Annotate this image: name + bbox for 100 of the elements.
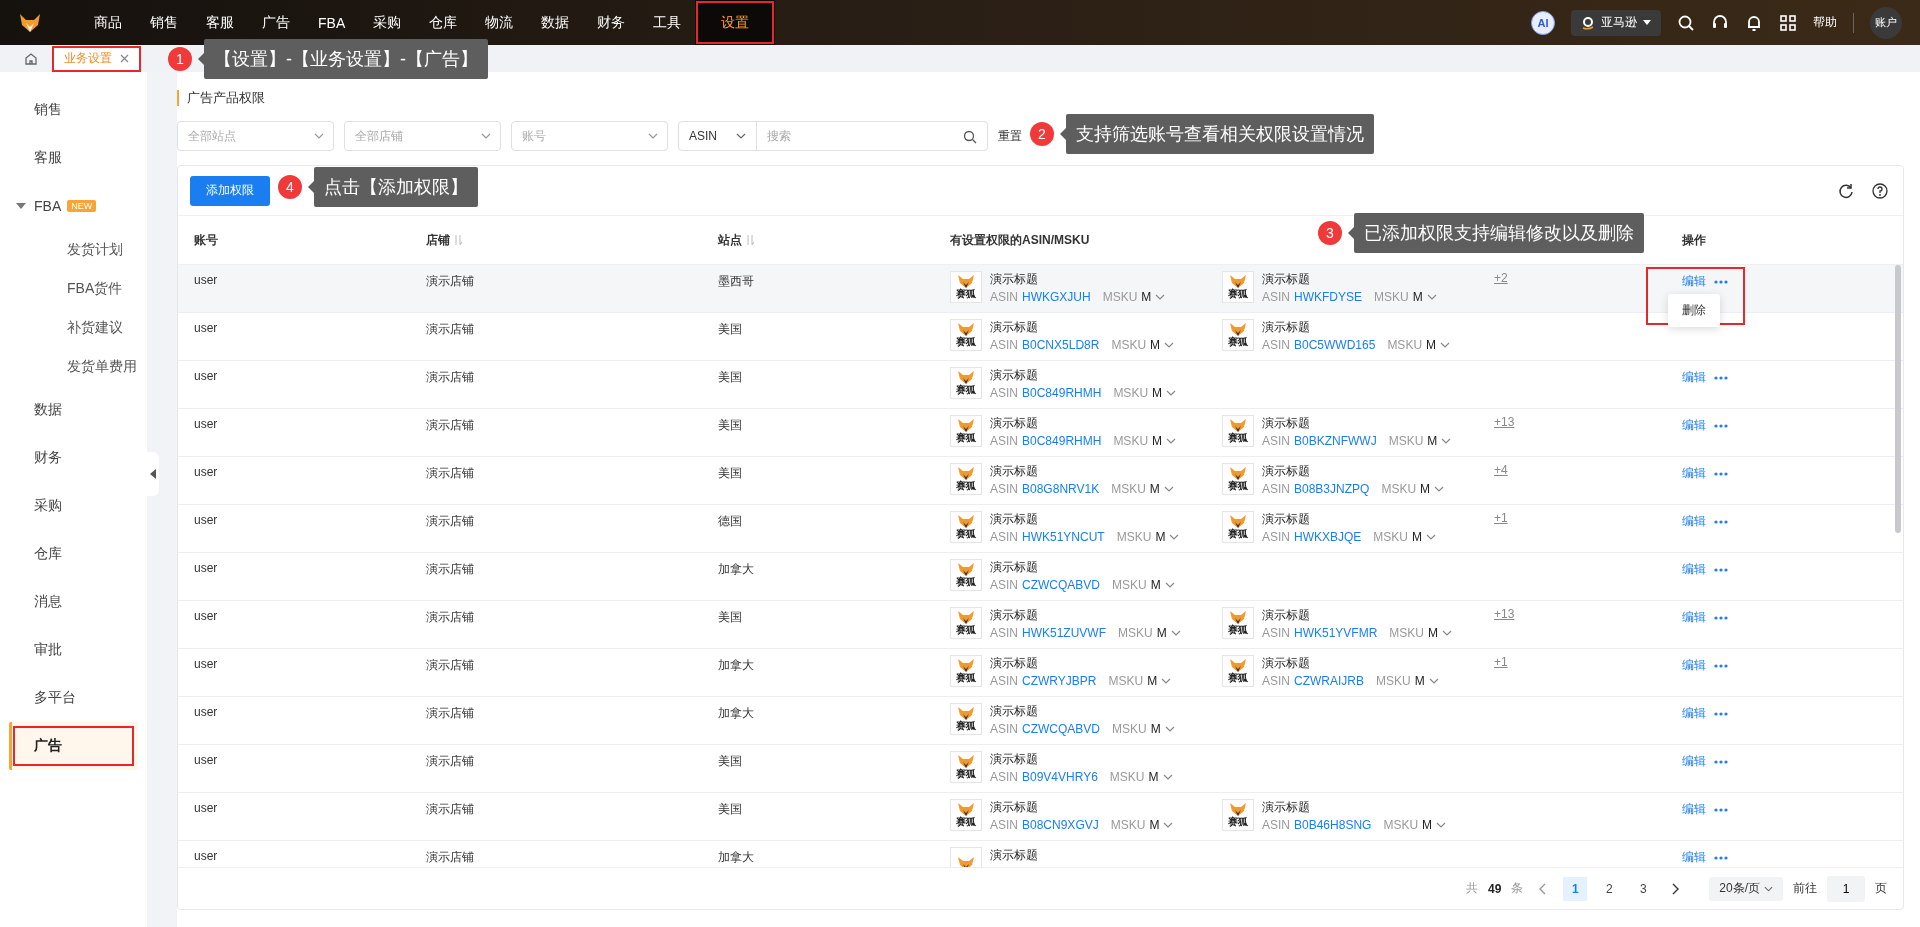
edit-link[interactable]: 编辑 — [1682, 513, 1706, 530]
chevron-down-icon[interactable] — [648, 133, 658, 139]
table-row[interactable]: user 演示店铺 美国 赛狐 演示标题 ASIN B0C849RHMH MSKU M 赛狐 演示标题 ASIN B0BKZNFWWJ MSKU M +13 编辑 — [178, 409, 1903, 457]
bell-icon[interactable] — [1745, 13, 1763, 32]
chevron-down-icon[interactable] — [1162, 774, 1173, 780]
table-row[interactable]: user 演示店铺 美国 赛狐 演示标题 ASIN HWK51ZUVWF MSKU M 赛狐 演示标题 ASIN HWK51YVFMR MSKU M +13 编辑 — [178, 601, 1903, 649]
goto-page-field[interactable]: 1 — [1827, 875, 1865, 902]
chevron-down-icon[interactable] — [1442, 630, 1453, 636]
edit-link[interactable]: 编辑 — [1682, 417, 1706, 434]
chevron-down-icon[interactable] — [1155, 294, 1166, 300]
edit-link[interactable]: 编辑 — [1682, 465, 1706, 482]
asin-link[interactable]: CZWCQABVD — [1022, 578, 1100, 592]
scrollbar[interactable] — [1895, 265, 1901, 533]
chevron-down-icon[interactable] — [1169, 534, 1180, 540]
asin-link[interactable]: HWK51YNCUT — [1022, 530, 1105, 544]
chevron-down-icon[interactable] — [1166, 390, 1177, 396]
table-row[interactable]: user 演示店铺 加拿大 赛狐 演示标题 ASIN CZWCQABVD MSKU M 编辑 — [178, 553, 1903, 601]
add-permission-button[interactable]: 添加权限 — [190, 175, 270, 206]
chevron-down-icon[interactable] — [1163, 486, 1174, 492]
chevron-down-icon[interactable] — [481, 133, 491, 139]
search-icon[interactable] — [963, 130, 977, 144]
reset-link[interactable]: 重置 — [998, 127, 1022, 145]
more-icon[interactable] — [1714, 855, 1728, 860]
nav-item[interactable]: 工具 — [639, 0, 696, 45]
edit-link[interactable]: 编辑 — [1682, 657, 1706, 674]
chevron-down-icon[interactable] — [1428, 678, 1439, 684]
chevron-down-icon[interactable] — [1426, 294, 1437, 300]
edit-link[interactable]: 编辑 — [1682, 801, 1706, 818]
asin-link[interactable]: CZWRYJBPR — [1022, 674, 1097, 688]
chevron-down-icon[interactable] — [1434, 486, 1445, 492]
edit-link[interactable]: 编辑 — [1682, 369, 1706, 386]
asin-link[interactable]: B08B3JNZPQ — [1294, 482, 1370, 496]
search-bar[interactable]: ASIN 搜索 — [678, 121, 988, 151]
asin-link[interactable]: HWKXBJQE — [1294, 530, 1362, 544]
sidebar-item[interactable]: 审批 — [0, 626, 138, 674]
chevron-down-icon[interactable] — [1164, 726, 1175, 732]
chevron-down-icon[interactable] — [1164, 582, 1175, 588]
more-icon[interactable] — [1714, 279, 1728, 284]
asin-link[interactable]: B0C849RHMH — [1022, 386, 1102, 400]
collapse-handle[interactable] — [147, 452, 159, 496]
sidebar-item[interactable]: 仓库 — [0, 530, 138, 578]
chevron-down-icon[interactable] — [1166, 438, 1177, 444]
more-icon[interactable] — [1714, 375, 1728, 380]
asin-link[interactable]: HWKFDYSE — [1294, 290, 1363, 304]
table-row[interactable]: user 演示店铺 美国 赛狐 演示标题 ASIN B08G8NRV1K MSKU M 赛狐 演示标题 ASIN B08B3JNZPQ MSKU M +4 编辑 — [178, 457, 1903, 505]
home-icon[interactable] — [24, 51, 38, 66]
sidebar-item[interactable]: 财务 — [0, 434, 138, 482]
grid-icon[interactable] — [1779, 13, 1797, 32]
sidebar-item[interactable]: 采购 — [0, 482, 138, 530]
help-icon[interactable] — [1872, 182, 1888, 199]
asin-link[interactable]: B0BKZNFWWJ — [1294, 434, 1377, 448]
sidebar-subitem[interactable]: 发货单费用 — [0, 347, 147, 386]
nav-item[interactable]: 财务 — [583, 0, 640, 45]
more-count-link[interactable]: +4 — [1494, 463, 1508, 477]
chevron-down-icon[interactable] — [314, 133, 324, 139]
store-selector[interactable]: 亚马逊 — [1571, 9, 1661, 36]
edit-link[interactable]: 编辑 — [1682, 753, 1706, 770]
table-row[interactable]: user 演示店铺 美国 赛狐 演示标题 ASIN B0C849RHMH MSKU M 编辑 — [178, 361, 1903, 409]
chevron-down-icon[interactable] — [1170, 630, 1181, 636]
more-count-link[interactable]: +13 — [1494, 415, 1515, 429]
account-avatar[interactable]: 账户 — [1870, 6, 1902, 39]
table-row[interactable]: user 演示店铺 德国 赛狐 演示标题 ASIN HWK51YNCUT MSKU M 赛狐 演示标题 ASIN HWKXBJQE MSKU M +1 编辑 — [178, 505, 1903, 553]
help-link[interactable]: 帮助 — [1813, 14, 1837, 31]
chevron-down-icon[interactable] — [1161, 678, 1172, 684]
edit-link[interactable]: 编辑 — [1682, 609, 1706, 626]
table-row[interactable]: user 演示店铺 美国 赛狐 演示标题 ASIN B08CN9XGVJ MSKU M 赛狐 演示标题 ASIN B0B46H8SNG MSKU M 编辑 — [178, 793, 1903, 841]
page-size-select[interactable]: 20条/页 — [1709, 876, 1783, 901]
edit-link[interactable]: 编辑 — [1682, 705, 1706, 722]
nav-item[interactable]: 销售 — [136, 0, 192, 45]
sidebar-item[interactable]: FBA NEW — [0, 182, 138, 230]
table-row[interactable]: user 演示店铺 加拿大 赛狐 演示标题 ASIN CZWCQABVD MSKU M 编辑 — [178, 697, 1903, 745]
sidebar-item[interactable]: 广告 — [9, 722, 138, 770]
asin-link[interactable]: B08G8NRV1K — [1022, 482, 1100, 496]
asin-link[interactable]: HWK51ZUVWF — [1022, 626, 1106, 640]
nav-item[interactable]: 设置 — [695, 0, 776, 45]
chevron-down-icon[interactable] — [1440, 342, 1451, 348]
site-select[interactable]: 全部站点 — [177, 121, 334, 151]
chevron-down-icon[interactable] — [1441, 438, 1452, 444]
sidebar-item[interactable]: 多平台 — [0, 674, 138, 722]
more-icon[interactable] — [1714, 423, 1728, 428]
sidebar-subitem[interactable]: 发货计划 — [0, 230, 147, 269]
sidebar-subitem[interactable]: 补货建议 — [0, 308, 147, 347]
edit-link[interactable]: 编辑 — [1682, 561, 1706, 578]
more-count-link[interactable]: +1 — [1494, 655, 1508, 669]
sidebar-item[interactable]: 销售 — [0, 86, 138, 134]
asin-link[interactable]: HWKGXJUH — [1022, 290, 1091, 304]
sidebar-item[interactable]: 消息 — [0, 578, 138, 626]
more-icon[interactable] — [1714, 759, 1728, 764]
table-row[interactable]: user 演示店铺 美国 赛狐 演示标题 ASIN B09V4VHRY6 MSKU M 编辑 — [178, 745, 1903, 793]
more-icon[interactable] — [1714, 471, 1728, 476]
asin-link[interactable]: CZWCQABVD — [1022, 722, 1100, 736]
more-icon[interactable] — [1714, 519, 1728, 524]
chevron-down-icon[interactable] — [1163, 822, 1174, 828]
asin-link[interactable]: B09V4VHRY6 — [1022, 770, 1098, 784]
asin-link[interactable]: B08CN9XGVJ — [1022, 818, 1099, 832]
more-count-link[interactable]: +1 — [1494, 511, 1508, 525]
sidebar-subitem[interactable]: FBA货件 — [0, 269, 147, 308]
asin-link[interactable]: CZWRAIJRB — [1294, 674, 1364, 688]
page-number[interactable]: 3 — [1631, 876, 1656, 901]
asin-link[interactable]: B0B46H8SNG — [1294, 818, 1372, 832]
